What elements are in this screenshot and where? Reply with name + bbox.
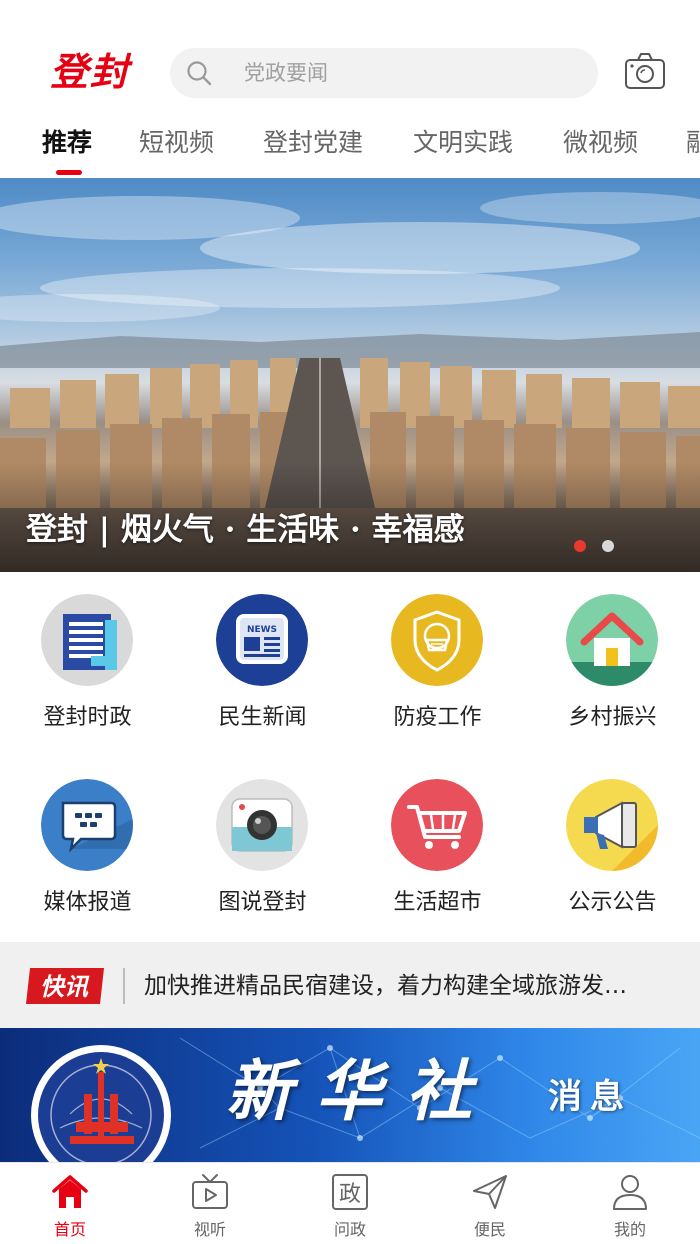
search-bar[interactable]: 党政要闻 (170, 48, 598, 98)
nav-label: 首页 (53, 1220, 86, 1239)
news-flash[interactable]: 快讯 加快推进精品民宿建设，着力构建全域旅游发… (0, 942, 700, 1028)
tab-micro-video[interactable]: 微视频 (563, 126, 638, 160)
nav-media[interactable]: 视听 (140, 1163, 280, 1244)
camera-icon[interactable] (624, 52, 666, 90)
news-flash-badge-text: 快讯 (40, 973, 90, 1001)
chat-bubble-icon (41, 779, 133, 871)
bottom-navigation: 首页 视听 政 问政 便民 我的 (0, 1162, 700, 1244)
nav-label: 便民 (473, 1220, 506, 1239)
home-icon (52, 1175, 88, 1208)
app-logo[interactable]: 登封 (50, 48, 130, 96)
carousel-dot-active[interactable] (574, 540, 586, 552)
carousel-dot[interactable] (602, 540, 614, 552)
tab-recommend[interactable]: 推荐 (42, 126, 92, 160)
tab-party-building[interactable]: 登封党建 (263, 126, 363, 160)
tv-play-icon (192, 1174, 228, 1209)
grid-item-announcements[interactable]: 公示公告 (525, 757, 700, 942)
grid-item-epidemic[interactable]: 防疫工作 (350, 572, 525, 757)
grid-item-rural[interactable]: 乡村振兴 (525, 572, 700, 757)
shopping-cart-icon (391, 779, 483, 871)
news-flash-headline[interactable]: 加快推进精品民宿建设，着力构建全域旅游发… (144, 942, 684, 1030)
search-placeholder: 党政要闻 (244, 61, 328, 85)
tab-civilization[interactable]: 文明实践 (413, 126, 513, 160)
xinhua-emblem (31, 1045, 171, 1162)
grid-item-photo-stories[interactable]: 图说登封 (175, 757, 350, 942)
grid-label: 公示公告 (568, 890, 657, 915)
news-flash-badge: 快讯 (26, 968, 104, 1004)
xinhua-brand: 新华社 (226, 1052, 496, 1130)
search-icon (187, 61, 212, 86)
grid-label: 图说登封 (218, 890, 307, 915)
camera-icon (216, 779, 308, 871)
nav-label: 我的 (613, 1220, 646, 1239)
app-header: 登封 党政要闻 (0, 0, 700, 120)
nav-inquiry[interactable]: 政 问政 (280, 1163, 420, 1244)
newspaper-icon: NEWS (216, 594, 308, 686)
zheng-icon: 政 (332, 1174, 368, 1210)
user-icon (613, 1175, 647, 1210)
nav-profile[interactable]: 我的 (560, 1163, 700, 1244)
service-grid: 登封时政 NEWS 民生新闻 防疫工作 乡村振兴 媒体报道 图说登封 生活超市 … (0, 572, 700, 942)
nav-services[interactable]: 便民 (420, 1163, 560, 1244)
category-tabs: 推荐 短视频 登封党建 文明实践 微视频 融 (0, 118, 700, 178)
nav-home[interactable]: 首页 (0, 1163, 140, 1244)
grid-item-supermarket[interactable]: 生活超市 (350, 757, 525, 942)
grid-item-livelihood-news[interactable]: NEWS 民生新闻 (175, 572, 350, 757)
send-icon (473, 1175, 507, 1209)
svg-text:NEWS: NEWS (247, 625, 277, 635)
megaphone-icon (566, 779, 658, 871)
grid-label: 乡村振兴 (568, 705, 657, 730)
grid-item-politics[interactable]: 登封时政 (0, 572, 175, 757)
grid-item-media-reports[interactable]: 媒体报道 (0, 757, 175, 942)
grid-label: 登封时政 (43, 705, 132, 730)
active-tab-indicator (56, 170, 82, 175)
grid-label: 防疫工作 (393, 705, 482, 730)
nav-label: 视听 (193, 1220, 226, 1239)
xinhua-sub: 消息 (548, 1077, 632, 1117)
document-icon (41, 594, 133, 686)
grid-label: 媒体报道 (43, 890, 132, 915)
grid-label: 民生新闻 (218, 705, 307, 730)
tab-short-video[interactable]: 短视频 (139, 126, 214, 160)
mask-shield-icon (391, 594, 483, 686)
ticker-divider (123, 968, 125, 1004)
xinhua-banner[interactable]: 新华社 消息 (0, 1028, 700, 1162)
house-icon (566, 594, 658, 686)
grid-label: 生活超市 (393, 890, 482, 915)
zheng-glyph: 政 (339, 1182, 361, 1207)
nav-label: 问政 (333, 1220, 366, 1239)
tab-media[interactable]: 融 (686, 126, 700, 160)
hero-carousel[interactable]: 登封 | 烟火气 · 生活味 · 幸福感 (0, 178, 700, 572)
banner-caption: 登封 | 烟火气 · 生活味 · 幸福感 (26, 512, 465, 548)
